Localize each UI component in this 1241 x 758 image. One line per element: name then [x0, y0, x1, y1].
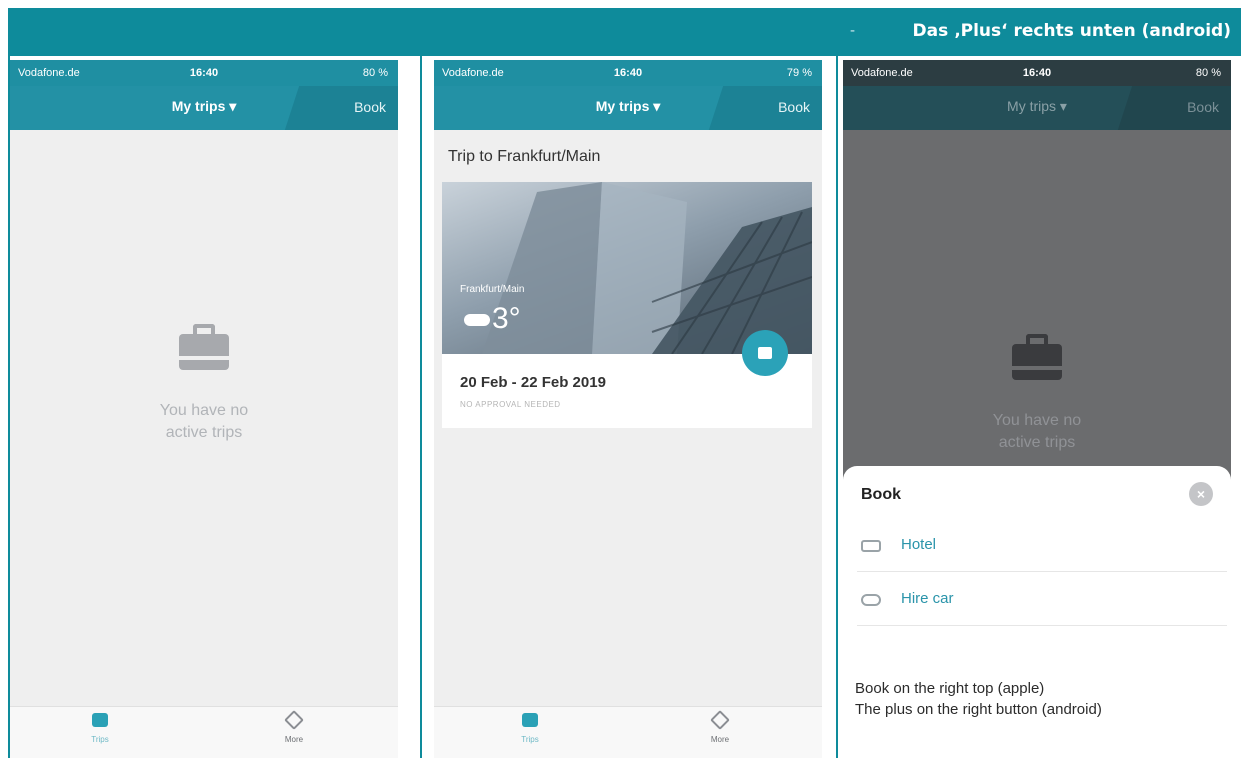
empty-message: You have no active trips — [843, 410, 1231, 454]
option-label: Hire car — [901, 590, 954, 607]
annotation-note: Book on the right top (apple) The plus o… — [855, 678, 1102, 720]
box-icon — [710, 710, 730, 730]
close-icon[interactable]: × — [1189, 482, 1213, 506]
nav-bar: My trips ▾ Book — [434, 86, 822, 130]
status-bar: Vodafone.de 16:40 80 % — [843, 60, 1231, 86]
briefcase-icon — [175, 320, 233, 378]
divider — [420, 56, 422, 758]
tab-bar: Trips More — [434, 706, 822, 758]
briefcase-icon — [1008, 330, 1066, 388]
book-button[interactable]: Book — [1187, 99, 1219, 115]
my-trips-dropdown[interactable]: My trips ▾ — [843, 98, 1231, 115]
trip-heading: Trip to Frankfurt/Main — [448, 148, 601, 165]
sheet-title: Book — [861, 486, 901, 503]
tab-trips-label: Trips — [91, 735, 109, 744]
tab-more[interactable]: More — [264, 710, 324, 744]
banner-title: Das ‚Plus‘ rechts unten (android) — [912, 21, 1231, 41]
header-banner: - Das ‚Plus‘ rechts unten (android) — [8, 8, 1241, 56]
briefcase-icon — [522, 713, 538, 727]
tab-more[interactable]: More — [690, 710, 750, 744]
divider — [836, 56, 838, 758]
empty-state: You have no active trips — [10, 320, 398, 444]
battery-label: 80 % — [362, 67, 388, 79]
battery-label: 79 % — [786, 67, 812, 79]
status-bar: Vodafone.de 16:40 79 % — [434, 60, 822, 86]
briefcase-icon — [92, 713, 108, 727]
briefcase-icon — [758, 347, 772, 359]
tab-trips[interactable]: Trips — [70, 713, 130, 744]
book-option-hire-car[interactable]: Hire car — [857, 574, 1227, 626]
clock: 16:40 — [613, 67, 643, 79]
empty-line-2: active trips — [165, 424, 243, 441]
tab-more-label: More — [284, 735, 304, 744]
trip-dates: 20 Feb - 22 Feb 2019 — [460, 374, 606, 391]
note-line-1: Book on the right top (apple) — [855, 680, 1045, 697]
status-bar: Vodafone.de 16:40 80 % — [10, 60, 398, 86]
book-button[interactable]: Book — [778, 99, 810, 115]
empty-state: You have no active trips — [843, 330, 1231, 454]
my-trips-dropdown[interactable]: My trips ▾ — [10, 98, 398, 115]
bed-icon — [861, 540, 881, 552]
phone-screen-empty: Vodafone.de 16:40 80 % My trips ▾ Book Y… — [10, 60, 398, 758]
city-label: Frankfurt/Main — [460, 284, 525, 295]
tab-more-label: More — [710, 735, 730, 744]
tab-trips-label: Trips — [521, 735, 539, 744]
box-icon — [284, 710, 304, 730]
approval-status: NO APPROVAL NEEDED — [460, 400, 561, 409]
nav-bar: My trips ▾ Book — [10, 86, 398, 130]
empty-message: You have no active trips — [10, 400, 398, 444]
empty-line-1: You have no — [992, 412, 1082, 429]
option-label: Hotel — [901, 536, 937, 553]
phone-screen-trip: Vodafone.de 16:40 79 % My trips ▾ Book T… — [434, 60, 822, 758]
tab-bar: Trips More — [10, 706, 398, 758]
trip-action-button[interactable] — [742, 330, 788, 376]
tab-trips[interactable]: Trips — [500, 713, 560, 744]
book-option-hotel[interactable]: Hotel — [857, 520, 1227, 572]
banner-dash: - — [850, 23, 856, 39]
battery-label: 80 % — [1195, 67, 1221, 79]
car-icon — [861, 594, 881, 606]
book-button[interactable]: Book — [354, 99, 386, 115]
phone-screen-book-sheet: Vodafone.de 16:40 80 % My trips ▾ Book Y… — [843, 60, 1231, 758]
book-bottom-sheet: Book × Hotel Hire car Book on the right … — [843, 466, 1231, 758]
temperature: 3° — [492, 302, 521, 335]
empty-line-2: active trips — [998, 434, 1076, 451]
my-trips-dropdown[interactable]: My trips ▾ — [434, 98, 822, 115]
cloud-icon — [464, 314, 490, 326]
nav-bar: My trips ▾ Book — [843, 86, 1231, 130]
trip-card[interactable]: Frankfurt/Main 3° 20 Feb - 22 Feb 2019 N… — [442, 182, 812, 428]
clock: 16:40 — [1022, 67, 1052, 79]
clock: 16:40 — [189, 67, 219, 79]
city-photo: Frankfurt/Main 3° — [442, 182, 812, 354]
empty-line-1: You have no — [159, 402, 249, 419]
note-line-2: The plus on the right button (android) — [855, 701, 1102, 718]
